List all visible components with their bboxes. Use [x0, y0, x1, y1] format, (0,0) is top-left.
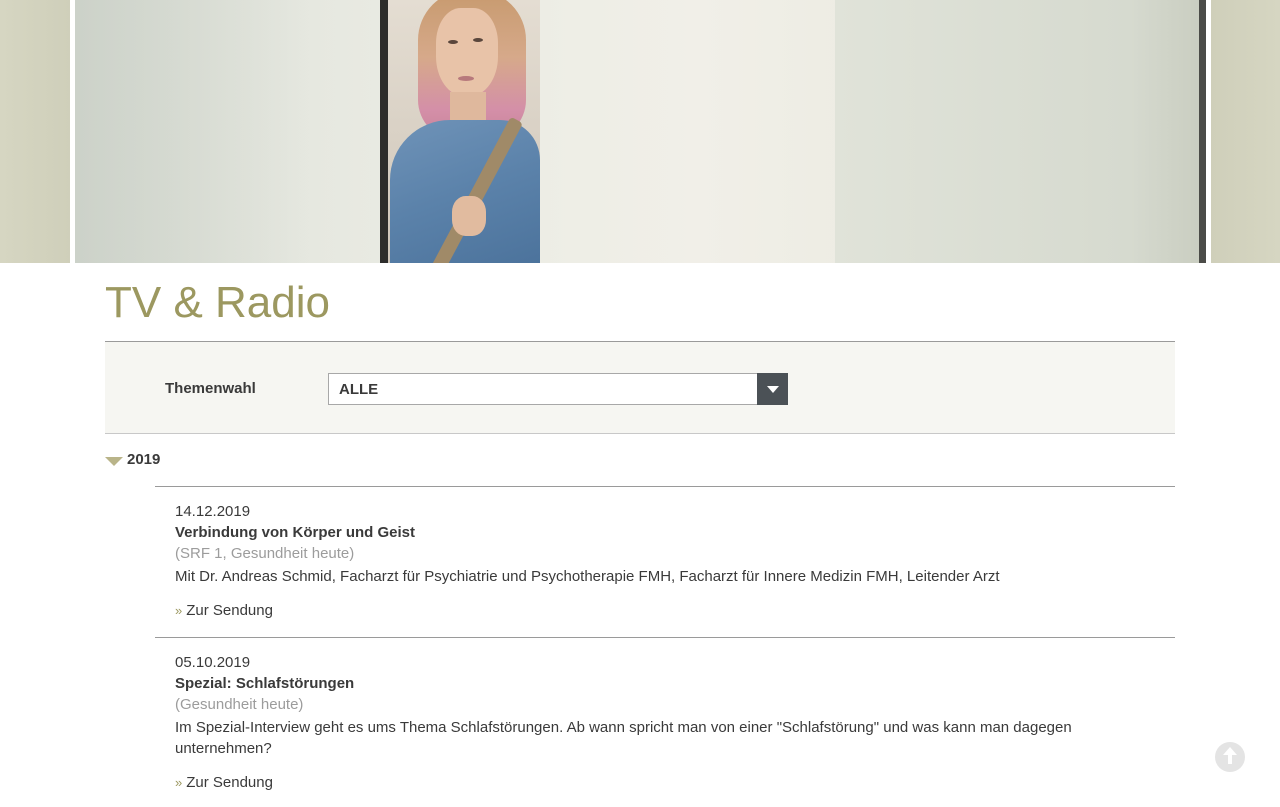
- double-chevron-right-icon: »: [175, 775, 183, 790]
- zur-sendung-link[interactable]: » Zur Sendung: [175, 602, 273, 619]
- scroll-to-top-button[interactable]: [1215, 742, 1245, 772]
- entry-date: 14.12.2019: [175, 503, 251, 520]
- link-label: Zur Sendung: [186, 774, 273, 791]
- entry-description: Im Spezial-Interview geht es ums Thema S…: [175, 719, 1072, 757]
- link-label: Zur Sendung: [186, 602, 273, 619]
- topic-filter-panel: Themenwahl ALLE: [105, 341, 1175, 434]
- hero-banner-image: [0, 0, 1280, 263]
- topic-select[interactable]: ALLE: [328, 373, 788, 405]
- broadcast-entry: 05.10.2019 Spezial: Schlafstörungen (Ges…: [155, 637, 1175, 807]
- double-chevron-right-icon: »: [175, 603, 183, 618]
- entry-source: (Gesundheit heute): [175, 696, 304, 713]
- topic-select-value: ALLE: [339, 381, 379, 398]
- entry-title: Spezial: Schlafstörungen: [175, 675, 355, 692]
- broadcast-entry: 14.12.2019 Verbindung von Körper und Gei…: [155, 486, 1175, 637]
- page-title: TV & Radio: [105, 278, 330, 327]
- zur-sendung-link[interactable]: » Zur Sendung: [175, 774, 273, 791]
- entry-date: 05.10.2019: [175, 654, 251, 671]
- entry-source: (SRF 1, Gesundheit heute): [175, 545, 355, 562]
- topic-filter-label: Themenwahl: [165, 380, 256, 397]
- year-label: 2019: [127, 451, 161, 468]
- entry-description: Mit Dr. Andreas Schmid, Facharzt für Psy…: [175, 568, 1000, 585]
- triangle-down-icon: [105, 457, 123, 466]
- chevron-down-icon[interactable]: [757, 373, 788, 405]
- entry-title: Verbindung von Körper und Geist: [175, 524, 416, 541]
